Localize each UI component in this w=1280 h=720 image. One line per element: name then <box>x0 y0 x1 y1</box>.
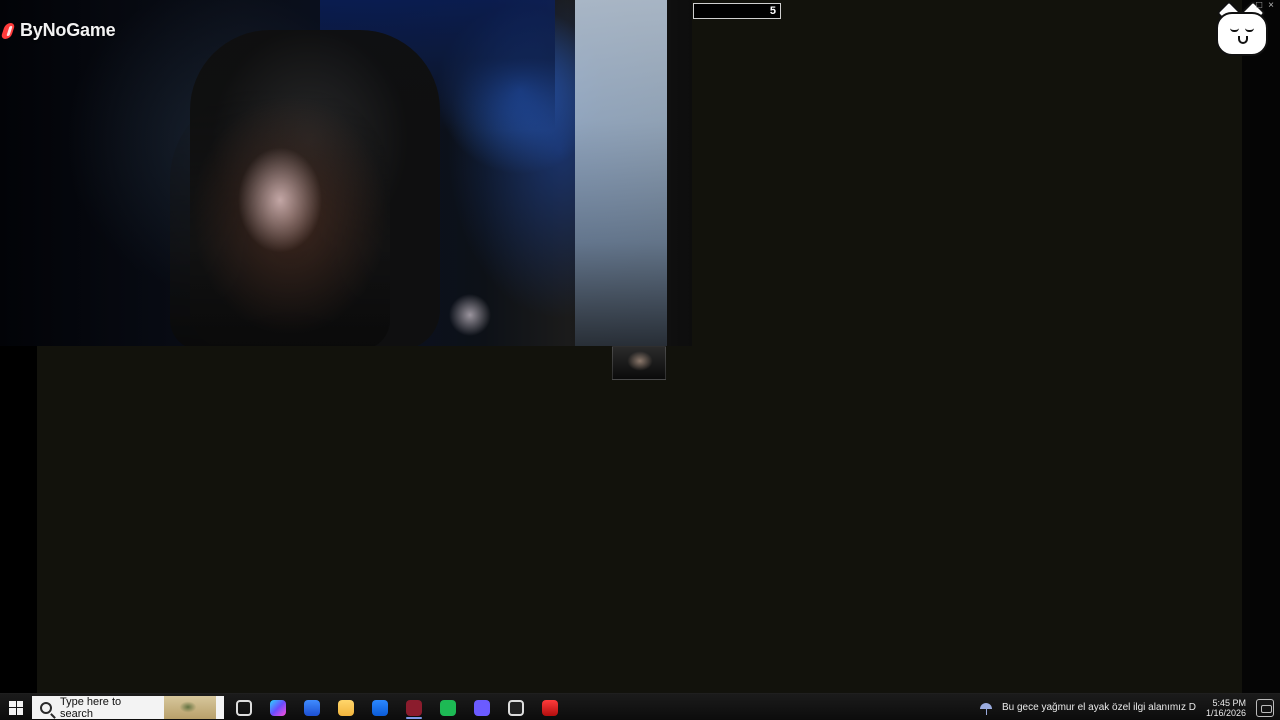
task-view-icon[interactable] <box>232 696 256 720</box>
spotify-icon[interactable] <box>436 696 460 720</box>
webcam-feed: ByNoGame <box>0 0 692 346</box>
taskbar-app-icons <box>226 694 562 720</box>
webcam-person <box>170 90 390 346</box>
bynogame-logo-text: ByNoGame <box>20 20 116 40</box>
umbrella-icon <box>978 700 994 716</box>
search-art-icon <box>164 696 216 719</box>
start-button[interactable] <box>0 694 32 720</box>
system-tray: Bu gece yağmur el ayak özel ilgi alanımı… <box>978 694 1280 720</box>
copilot-icon[interactable] <box>266 696 290 720</box>
tool-icon[interactable] <box>538 696 562 720</box>
mascot-head-icon <box>1216 12 1268 56</box>
maximize-icon[interactable]: □ <box>1256 0 1262 12</box>
discord-icon[interactable] <box>470 696 494 720</box>
counter-box: 5 <box>693 3 781 19</box>
clock-date: 1/16/2026 <box>1205 707 1246 718</box>
search-icon <box>40 701 52 714</box>
taskbar: Type here to search Bu gece yağmur el ay… <box>0 693 1280 720</box>
window-controls: □ × <box>1256 0 1274 12</box>
screen: ByNoGame 5 □ × Type here to search Bu ge… <box>0 0 1280 720</box>
counter-value: 5 <box>769 5 776 17</box>
bynogame-logo: ByNoGame <box>0 20 116 41</box>
right-black-bar <box>1242 0 1280 693</box>
search-placeholder: Type here to search <box>60 695 122 720</box>
taskbar-search[interactable]: Type here to search <box>32 695 224 720</box>
bynogame-logo-mark-icon <box>0 22 18 40</box>
windows-logo-icon <box>9 700 23 715</box>
file-explorer-icon[interactable] <box>334 696 358 720</box>
close-icon[interactable]: × <box>1268 0 1274 12</box>
tray-message: Bu gece yağmur el ayak özel ilgi alanımı… <box>1001 702 1196 713</box>
microsoft-store-icon[interactable] <box>300 696 324 720</box>
outlook-icon[interactable] <box>368 696 392 720</box>
clock-time: 5:45 PM <box>1212 697 1246 708</box>
obs-icon[interactable] <box>504 696 528 720</box>
notifications-icon[interactable] <box>1256 698 1274 717</box>
clock[interactable]: 5:45 PM 1/16/2026 <box>1206 698 1246 718</box>
webcam-wall <box>575 0 667 346</box>
mini-camera-overlay <box>612 346 666 380</box>
active-app-icon[interactable] <box>402 696 426 720</box>
